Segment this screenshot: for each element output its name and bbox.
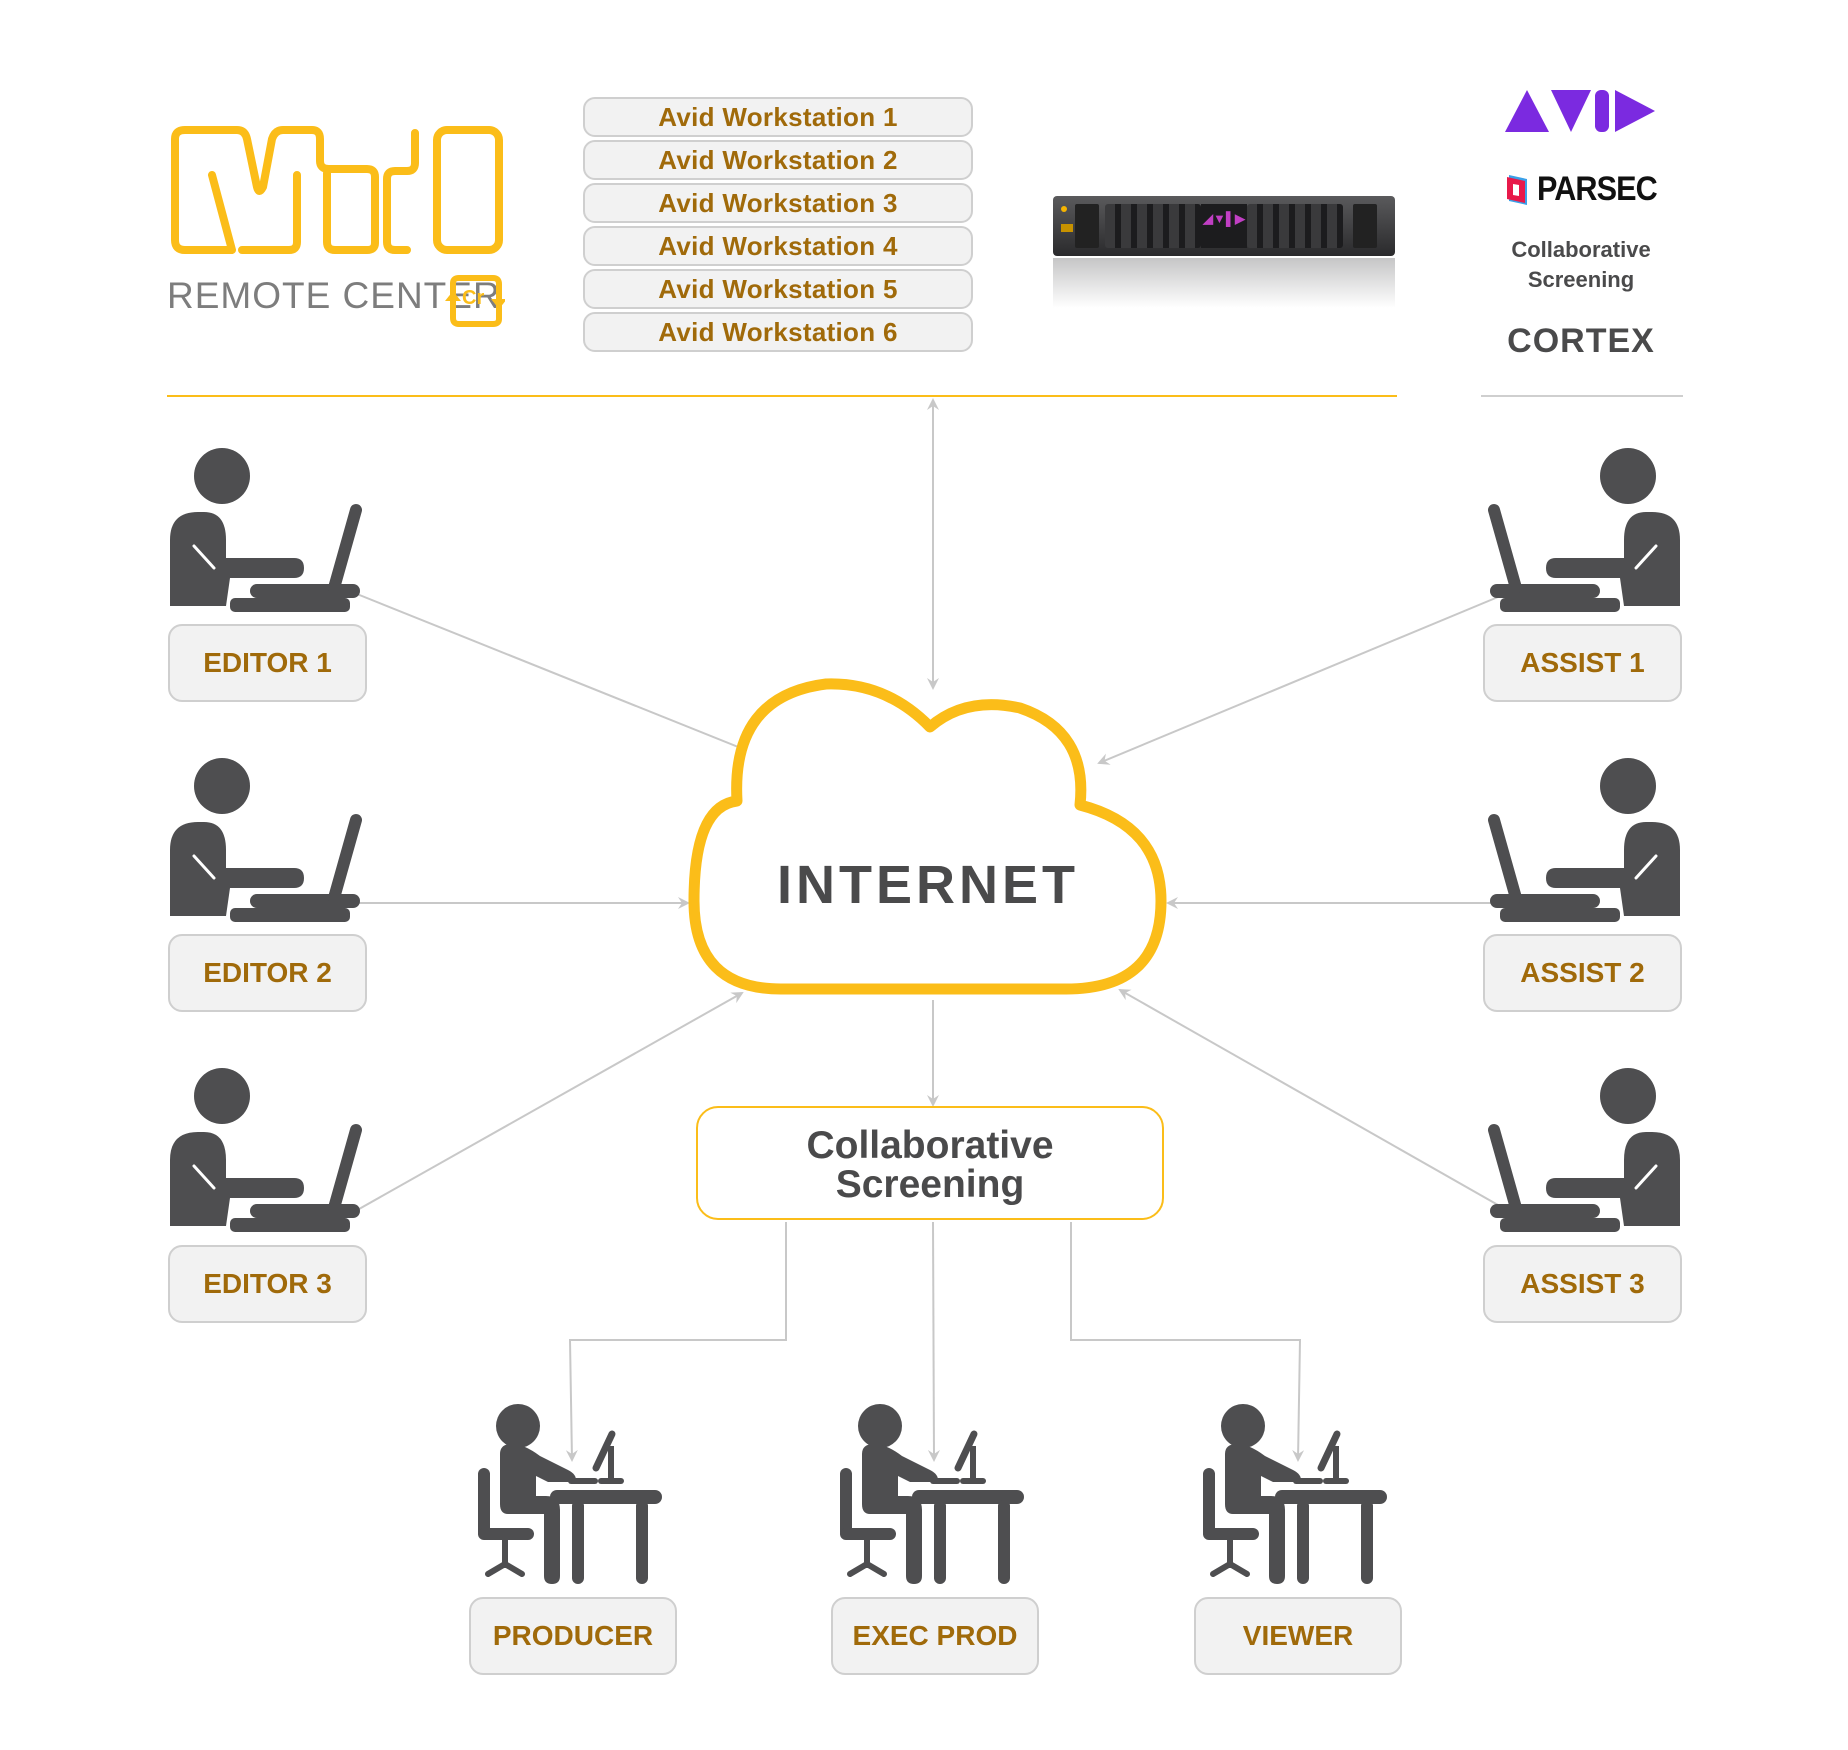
editor-1-icon — [170, 448, 362, 614]
exec-prod-icon — [840, 1404, 1030, 1590]
workstation-item: Avid Workstation 3 — [583, 183, 973, 223]
link-editor3 — [351, 992, 744, 1214]
exec-prod-label: EXEC PROD — [831, 1597, 1039, 1675]
cloud-icon — [688, 678, 1167, 995]
workstation-item: Avid Workstation 6 — [583, 312, 973, 352]
cr-badge-text: Cr — [462, 287, 485, 309]
parsec-logo: PARSEC — [1505, 170, 1670, 209]
mti-logo: REMOTE CENTER Cr — [167, 125, 507, 327]
link-assist3 — [1118, 989, 1499, 1206]
workstation-item: Avid Workstation 2 — [583, 140, 973, 180]
collab-screening-box: Collaborative Screening — [696, 1106, 1164, 1220]
assist-1-label: ASSIST 1 — [1483, 624, 1682, 702]
producer-icon — [478, 1404, 668, 1590]
collab-line2: Screening — [835, 1163, 1025, 1206]
cloud-label: INTERNET — [777, 855, 1079, 915]
editor-2-label: EDITOR 2 — [168, 934, 367, 1012]
server-chassis: ◢▼▌▶ — [1053, 196, 1395, 256]
cr-badge: Cr — [445, 275, 507, 327]
editor-2-icon — [170, 758, 362, 924]
server-reflection — [1053, 258, 1395, 308]
assist-3-icon — [1488, 1068, 1680, 1234]
workstation-item: Avid Workstation 5 — [583, 269, 973, 309]
editor-3-icon — [170, 1068, 362, 1234]
workstation-item: Avid Workstation 1 — [583, 97, 973, 137]
viewer-label: VIEWER — [1194, 1597, 1402, 1675]
partner-collab-line2: Screening — [1527, 267, 1635, 292]
editor-3-label: EDITOR 3 — [168, 1245, 367, 1323]
assist-3-label: ASSIST 3 — [1483, 1245, 1682, 1323]
parsec-icon — [1507, 174, 1527, 205]
parsec-text: PARSEC — [1537, 170, 1658, 208]
storage-server: ◢▼▌▶ — [1053, 196, 1395, 326]
partner-collab-screening: Collaborative Screening — [1481, 235, 1681, 295]
collab-line1: Collaborative — [806, 1124, 1054, 1167]
avid-logo — [1505, 88, 1657, 139]
viewer-icon — [1203, 1404, 1393, 1590]
editor-1-label: EDITOR 1 — [168, 624, 367, 702]
mti-logo-mark — [171, 126, 503, 254]
assist-2-icon — [1488, 758, 1680, 924]
producer-label: PRODUCER — [469, 1597, 677, 1675]
cortex-logo: CORTEX — [1507, 322, 1655, 360]
internet-cloud: INTERNET — [686, 676, 1170, 998]
workstation-item: Avid Workstation 4 — [583, 226, 973, 266]
server-avid-badge: ◢▼▌▶ — [1201, 204, 1247, 248]
partner-collab-line1: Collaborative — [1511, 237, 1651, 262]
assist-2-label: ASSIST 2 — [1483, 934, 1682, 1012]
assist-1-icon — [1488, 448, 1680, 614]
